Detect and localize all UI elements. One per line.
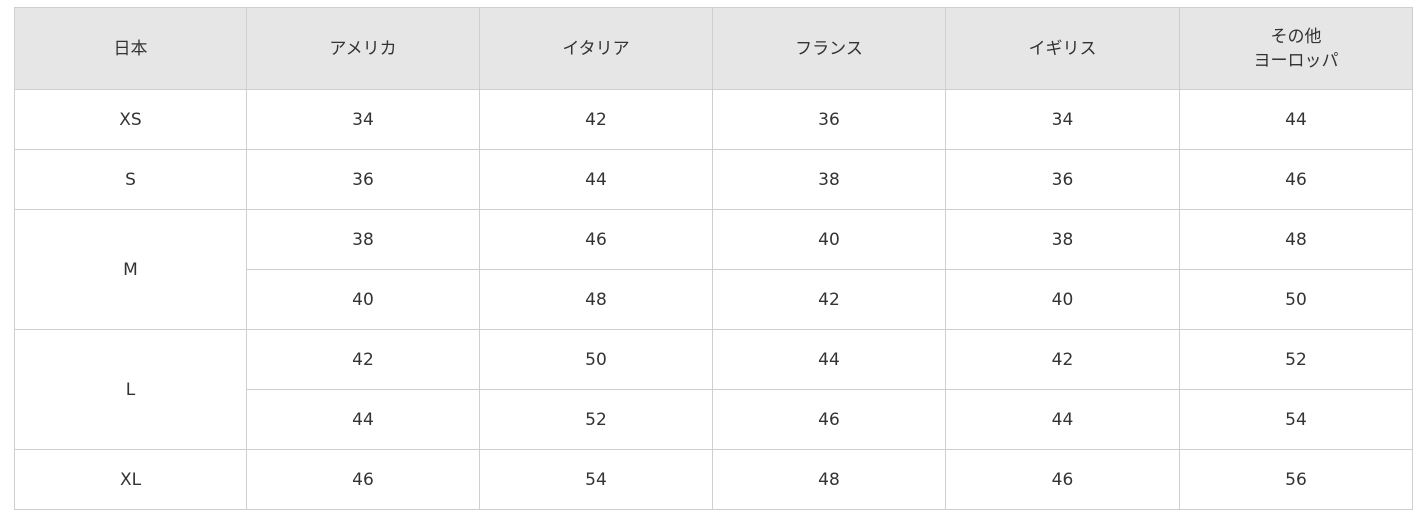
cell-usa: 46 xyxy=(246,449,480,510)
cell-other: 46 xyxy=(1179,149,1413,210)
cell-italy: 52 xyxy=(479,389,713,450)
cell-italy: 42 xyxy=(479,89,713,150)
cell-japan: S xyxy=(14,149,247,210)
table-row: XL 46 54 48 46 56 xyxy=(14,449,1413,510)
cell-usa: 34 xyxy=(246,89,480,150)
table-header: 日本 アメリカ イタリア フランス イギリス その他 ヨーロッパ xyxy=(14,7,1413,90)
cell-uk: 34 xyxy=(945,89,1180,150)
cell-italy: 44 xyxy=(479,149,713,210)
cell-other: 52 xyxy=(1179,329,1413,390)
cell-japan: XS xyxy=(14,89,247,150)
cell-france: 46 xyxy=(712,389,946,450)
cell-japan: L xyxy=(14,329,247,450)
cell-other: 48 xyxy=(1179,209,1413,270)
cell-other: 50 xyxy=(1179,269,1413,330)
cell-usa: 36 xyxy=(246,149,480,210)
table-body: XS 34 42 36 34 44 S 36 44 38 36 46 M 38 … xyxy=(14,89,1413,510)
table-row: M 38 46 40 38 48 xyxy=(14,209,1413,330)
table-row: XS 34 42 36 34 44 xyxy=(14,89,1413,150)
cell-uk: 46 xyxy=(945,449,1180,510)
cell-italy: 46 xyxy=(479,209,713,270)
cell-france: 48 xyxy=(712,449,946,510)
header-france: フランス xyxy=(712,7,946,90)
header-italy: イタリア xyxy=(479,7,713,90)
size-conversion-table: 日本 アメリカ イタリア フランス イギリス その他 ヨーロッパ XS 34 4… xyxy=(14,7,1413,510)
cell-uk: 38 xyxy=(945,209,1180,270)
cell-other: 44 xyxy=(1179,89,1413,150)
cell-france: 36 xyxy=(712,89,946,150)
cell-other: 56 xyxy=(1179,449,1413,510)
table-row: L 42 50 44 42 52 xyxy=(14,329,1413,450)
cell-usa: 38 xyxy=(246,209,480,270)
cell-italy: 54 xyxy=(479,449,713,510)
cell-france: 40 xyxy=(712,209,946,270)
cell-france: 42 xyxy=(712,269,946,330)
header-row: 日本 アメリカ イタリア フランス イギリス その他 ヨーロッパ xyxy=(14,7,1413,90)
cell-uk: 42 xyxy=(945,329,1180,390)
cell-italy: 48 xyxy=(479,269,713,330)
cell-usa: 40 xyxy=(246,269,480,330)
header-other-line2: ヨーロッパ xyxy=(1253,50,1339,71)
cell-uk: 44 xyxy=(945,389,1180,450)
cell-france: 38 xyxy=(712,149,946,210)
table-row: S 36 44 38 36 46 xyxy=(14,149,1413,210)
cell-france: 44 xyxy=(712,329,946,390)
cell-japan: M xyxy=(14,209,247,330)
cell-usa: 44 xyxy=(246,389,480,450)
cell-uk: 40 xyxy=(945,269,1180,330)
header-usa: アメリカ xyxy=(246,7,480,90)
cell-uk: 36 xyxy=(945,149,1180,210)
header-other-line1: その他 xyxy=(1270,26,1322,47)
cell-japan: XL xyxy=(14,449,247,510)
cell-italy: 50 xyxy=(479,329,713,390)
cell-usa: 42 xyxy=(246,329,480,390)
header-japan: 日本 xyxy=(14,7,247,90)
header-other-europe: その他 ヨーロッパ xyxy=(1179,7,1413,90)
header-uk: イギリス xyxy=(945,7,1180,90)
cell-other: 54 xyxy=(1179,389,1413,450)
